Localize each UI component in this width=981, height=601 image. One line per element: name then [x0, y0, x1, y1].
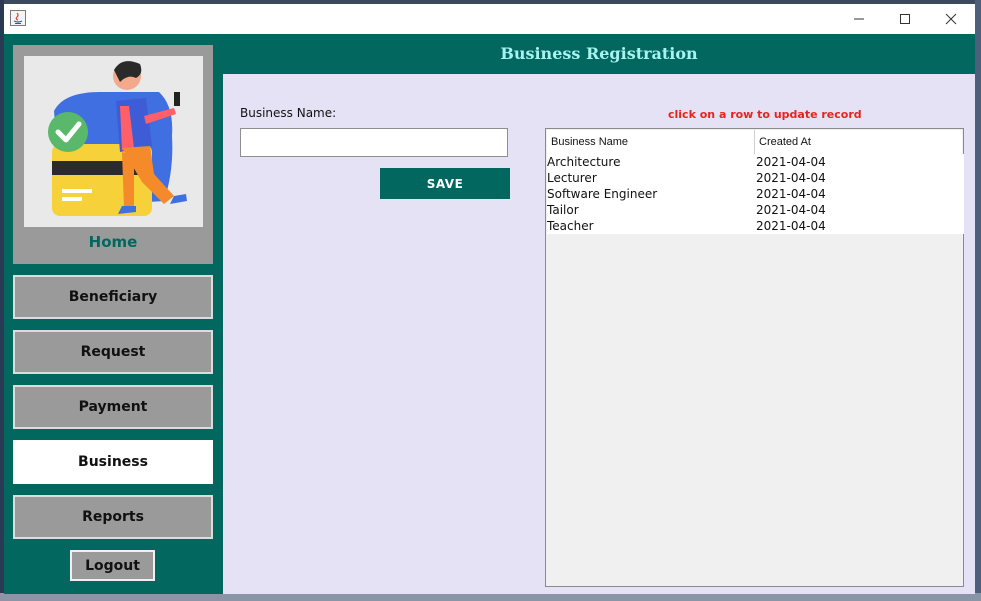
table-row[interactable]: Architecture 2021-04-04 [547, 154, 964, 170]
business-table[interactable]: Business Name Created At Architecture 20… [545, 128, 964, 587]
home-card[interactable]: Home [13, 45, 213, 264]
nav-beneficiary-button[interactable]: Beneficiary [13, 275, 213, 319]
cell-business-name: Software Engineer [547, 187, 658, 201]
table-header: Business Name Created At [547, 130, 962, 155]
nav-payment-button[interactable]: Payment [13, 385, 213, 429]
nav-business-button[interactable]: Business [13, 440, 213, 484]
table-body: Architecture 2021-04-04 Lecturer 2021-04… [547, 154, 964, 234]
table-row[interactable]: Lecturer 2021-04-04 [547, 170, 964, 186]
cell-created-at: 2021-04-04 [756, 155, 826, 169]
person-with-card-illustration [24, 56, 203, 227]
sidebar: Home Beneficiary Request Payment Busines… [4, 34, 223, 594]
close-icon [945, 13, 957, 25]
minimize-button[interactable] [836, 4, 882, 34]
title-bar [4, 4, 975, 34]
maximize-button[interactable] [882, 4, 928, 34]
save-button[interactable]: SAVE [380, 168, 510, 199]
business-name-label: Business Name: [240, 106, 337, 120]
java-app-icon [10, 10, 26, 26]
cell-created-at: 2021-04-04 [756, 187, 826, 201]
business-name-input[interactable] [240, 128, 508, 157]
cell-created-at: 2021-04-04 [756, 203, 826, 217]
column-header-created-at[interactable]: Created At [755, 130, 962, 154]
nav-reports-button[interactable]: Reports [13, 495, 213, 539]
home-label: Home [88, 233, 138, 251]
cell-business-name: Architecture [547, 155, 621, 169]
desktop-background-bottom [0, 593, 981, 601]
app-window: Home Beneficiary Request Payment Busines… [4, 4, 975, 594]
cell-business-name: Tailor [547, 203, 579, 217]
desktop-background-right [975, 0, 981, 601]
close-button[interactable] [928, 4, 974, 34]
column-header-business-name[interactable]: Business Name [547, 130, 755, 154]
update-hint-text: click on a row to update record [668, 108, 862, 121]
logout-button[interactable]: Logout [70, 550, 155, 581]
cell-business-name: Teacher [547, 219, 594, 233]
header-bar: Business Registration [223, 34, 975, 74]
nav-request-button[interactable]: Request [13, 330, 213, 374]
minimize-icon [854, 18, 864, 20]
cell-created-at: 2021-04-04 [756, 171, 826, 185]
page-title: Business Registration [500, 44, 698, 63]
table-row[interactable]: Teacher 2021-04-04 [547, 218, 964, 234]
cell-created-at: 2021-04-04 [756, 219, 826, 233]
table-row[interactable]: Software Engineer 2021-04-04 [547, 186, 964, 202]
table-row[interactable]: Tailor 2021-04-04 [547, 202, 964, 218]
main-content: Business Name: SAVE click on a row to up… [223, 74, 975, 594]
cell-business-name: Lecturer [547, 171, 597, 185]
home-illustration [24, 56, 203, 227]
maximize-icon [900, 14, 910, 24]
